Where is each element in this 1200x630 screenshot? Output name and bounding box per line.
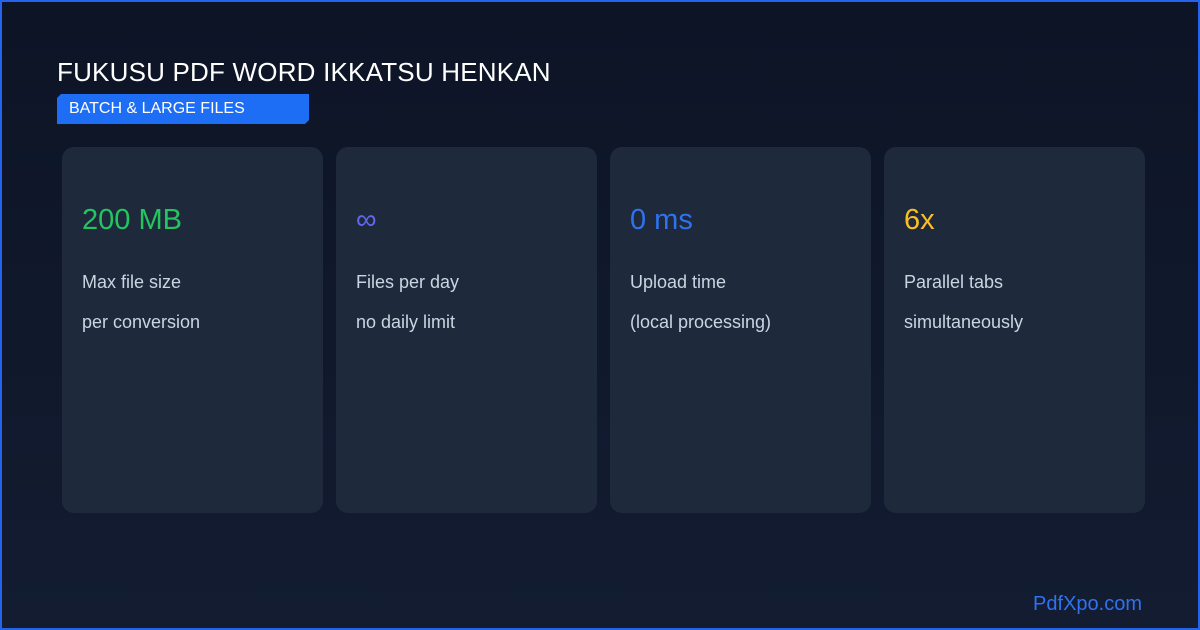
stat-value: ∞: [356, 204, 377, 236]
stat-label: Parallel tabs: [904, 272, 1004, 292]
stat-sublabel: per conversion: [82, 312, 201, 332]
category-badge: BATCH & LARGE FILES: [57, 94, 309, 124]
page-title: FUKUSU PDF WORD IKKATSU HENKAN: [57, 57, 551, 87]
stat-card-max-file-size: 200 MB Max file size per conversion: [62, 147, 323, 513]
stat-cards: 200 MB Max file size per conversion ∞ Fi…: [62, 147, 1145, 513]
stat-card-parallel-tabs: 6x Parallel tabs simultaneously: [884, 147, 1145, 513]
stat-label: Max file size: [82, 272, 182, 292]
site-brand[interactable]: PdfXpo.com: [1033, 593, 1142, 616]
stat-label: Files per day: [356, 272, 460, 292]
stat-value: 200 MB: [82, 204, 182, 236]
stat-sublabel: no daily limit: [356, 312, 456, 332]
stat-sublabel: (local processing): [630, 312, 772, 332]
og-card: FUKUSU PDF WORD IKKATSU HENKAN BATCH & L…: [0, 0, 1200, 630]
stat-value: 6x: [904, 204, 935, 236]
stat-card-upload-time: 0 ms Upload time (local processing): [610, 147, 871, 513]
stat-value: 0 ms: [630, 204, 693, 236]
stat-card-files-per-day: ∞ Files per day no daily limit: [336, 147, 597, 513]
stat-label: Upload time: [630, 272, 727, 292]
stat-sublabel: simultaneously: [904, 312, 1024, 332]
